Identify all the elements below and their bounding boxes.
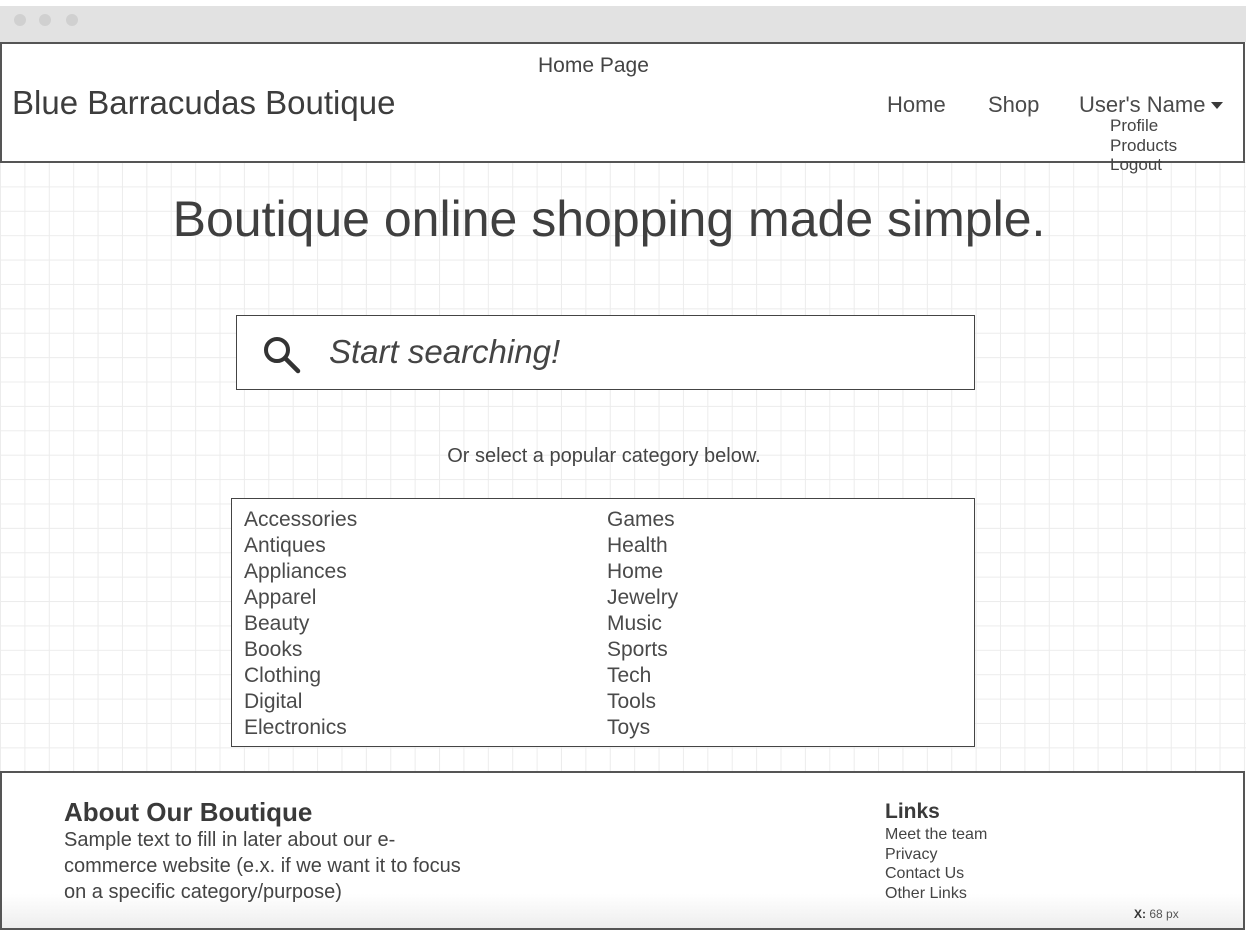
footer-link-other-links[interactable]: Other Links bbox=[885, 884, 987, 904]
footer-link-privacy[interactable]: Privacy bbox=[885, 845, 987, 865]
footer-links: Meet the team Privacy Contact Us Other L… bbox=[885, 825, 987, 903]
window-titlebar bbox=[0, 6, 1246, 42]
category-item-antiques[interactable]: Antiques bbox=[244, 533, 357, 559]
category-item-health[interactable]: Health bbox=[607, 533, 678, 559]
category-item-electronics[interactable]: Electronics bbox=[244, 715, 357, 741]
category-item-tools[interactable]: Tools bbox=[607, 689, 678, 715]
category-item-jewelry[interactable]: Jewelry bbox=[607, 585, 678, 611]
site-header: Home Page Blue Barracudas Boutique Home … bbox=[0, 42, 1245, 163]
window-dot-3[interactable] bbox=[66, 14, 78, 26]
readout-value: 68 bbox=[1149, 907, 1163, 921]
category-item-home[interactable]: Home bbox=[607, 559, 678, 585]
readout-unit: px bbox=[1166, 907, 1179, 921]
category-item-digital[interactable]: Digital bbox=[244, 689, 357, 715]
user-name-label: User's Name bbox=[1079, 92, 1206, 117]
hero-title: Boutique online shopping made simple. bbox=[172, 191, 1046, 247]
category-column-1: Accessories Antiques Appliances Apparel … bbox=[244, 507, 357, 741]
category-item-tech[interactable]: Tech bbox=[607, 663, 678, 689]
footer-link-meet-the-team[interactable]: Meet the team bbox=[885, 825, 987, 845]
category-prompt: Or select a popular category below. bbox=[447, 445, 761, 467]
brand-logo-text[interactable]: Blue Barracudas Boutique bbox=[12, 84, 395, 122]
category-item-appliances[interactable]: Appliances bbox=[244, 559, 357, 585]
category-item-games[interactable]: Games bbox=[607, 507, 678, 533]
window-dot-1[interactable] bbox=[14, 14, 26, 26]
page-label: Home Page bbox=[538, 54, 649, 77]
menu-item-logout[interactable]: Logout bbox=[1110, 155, 1177, 175]
category-item-books[interactable]: Books bbox=[244, 637, 357, 663]
menu-item-profile[interactable]: Profile bbox=[1110, 116, 1177, 136]
category-item-accessories[interactable]: Accessories bbox=[244, 507, 357, 533]
category-item-music[interactable]: Music bbox=[607, 611, 678, 637]
category-item-apparel[interactable]: Apparel bbox=[244, 585, 357, 611]
links-title: Links bbox=[885, 800, 940, 823]
user-dropdown-menu: Profile Products Logout bbox=[1110, 116, 1177, 175]
category-item-toys[interactable]: Toys bbox=[607, 715, 678, 741]
menu-item-products[interactable]: Products bbox=[1110, 136, 1177, 156]
about-title: About Our Boutique bbox=[64, 797, 313, 827]
search-icon bbox=[264, 337, 301, 374]
site-footer: About Our Boutique Sample text to fill i… bbox=[0, 771, 1245, 930]
category-item-sports[interactable]: Sports bbox=[607, 637, 678, 663]
nav-shop-link[interactable]: Shop bbox=[988, 92, 1039, 118]
footer-link-contact-us[interactable]: Contact Us bbox=[885, 864, 987, 884]
about-text: Sample text to fill in later about our e… bbox=[64, 829, 461, 903]
search-box[interactable] bbox=[236, 315, 975, 390]
coordinate-readout: X: 68 px bbox=[1134, 907, 1179, 921]
category-list: Accessories Antiques Appliances Apparel … bbox=[231, 498, 975, 747]
category-item-clothing[interactable]: Clothing bbox=[244, 663, 357, 689]
nav-home-link[interactable]: Home bbox=[887, 92, 946, 118]
caret-down-icon bbox=[1211, 101, 1224, 109]
search-input[interactable] bbox=[329, 329, 949, 375]
category-item-beauty[interactable]: Beauty bbox=[244, 611, 357, 637]
readout-label: X: bbox=[1134, 907, 1146, 921]
window-dot-2[interactable] bbox=[39, 14, 51, 26]
category-column-2: Games Health Home Jewelry Music Sports T… bbox=[607, 507, 678, 741]
nav-user-dropdown[interactable]: User's Name bbox=[1079, 92, 1224, 118]
